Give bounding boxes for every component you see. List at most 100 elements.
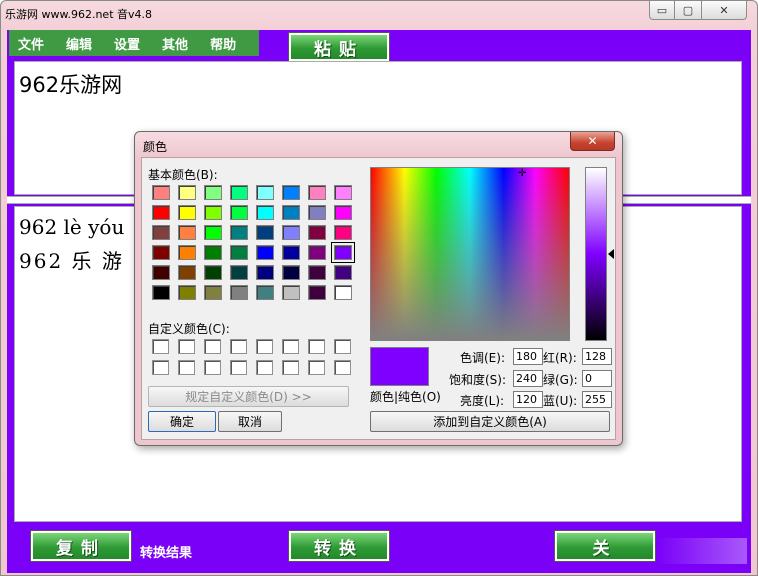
custom-color-swatch[interactable] xyxy=(256,360,273,375)
color-preview xyxy=(370,347,429,386)
basic-color-swatch[interactable] xyxy=(230,185,248,200)
basic-color-swatch[interactable] xyxy=(282,265,300,280)
green-input[interactable]: 0 xyxy=(582,370,612,387)
custom-colors-grid xyxy=(152,339,358,379)
custom-color-swatch[interactable] xyxy=(178,360,195,375)
window-close-button[interactable]: ✕ xyxy=(701,1,747,20)
close-app-button[interactable]: 关 xyxy=(555,531,655,561)
basic-color-swatch[interactable] xyxy=(152,185,170,200)
ok-button[interactable]: 确定 xyxy=(148,411,216,432)
close-icon: ✕ xyxy=(587,134,598,148)
menu-other[interactable]: 其他 xyxy=(162,34,188,53)
basic-colors-grid xyxy=(152,185,358,305)
basic-color-swatch[interactable] xyxy=(178,285,196,300)
menu-settings[interactable]: 设置 xyxy=(114,34,140,53)
menu-help[interactable]: 帮助 xyxy=(210,34,236,53)
dialog-close-button[interactable]: ✕ xyxy=(570,132,615,151)
basic-color-swatch[interactable] xyxy=(282,285,300,300)
red-input[interactable]: 128 xyxy=(582,348,612,365)
basic-color-swatch[interactable] xyxy=(178,245,196,260)
custom-color-swatch[interactable] xyxy=(204,339,221,354)
menu-bar: 文件 编辑 设置 其他 帮助 xyxy=(9,30,259,56)
luminance-input[interactable]: 120 xyxy=(513,391,543,408)
basic-color-swatch[interactable] xyxy=(282,245,300,260)
basic-color-swatch[interactable] xyxy=(256,185,274,200)
custom-color-swatch[interactable] xyxy=(230,339,247,354)
minimize-button[interactable]: ▭ xyxy=(649,1,675,20)
menu-file[interactable]: 文件 xyxy=(18,34,44,53)
basic-color-swatch[interactable] xyxy=(334,265,352,280)
luminance-arrow-icon[interactable] xyxy=(608,249,614,259)
blue-label: 蓝(U): xyxy=(543,394,578,408)
basic-color-swatch[interactable] xyxy=(152,245,170,260)
input-text: 962乐游网 xyxy=(19,73,123,97)
custom-color-swatch[interactable] xyxy=(308,360,325,375)
basic-color-swatch[interactable] xyxy=(230,265,248,280)
basic-color-swatch[interactable] xyxy=(334,285,352,300)
basic-color-swatch[interactable] xyxy=(256,225,274,240)
basic-color-swatch[interactable] xyxy=(308,225,326,240)
basic-color-swatch[interactable] xyxy=(204,285,222,300)
custom-color-swatch[interactable] xyxy=(334,339,351,354)
luminance-slider[interactable] xyxy=(585,167,607,341)
add-to-custom-colors-button[interactable]: 添加到自定义颜色(A) xyxy=(370,411,610,432)
copy-button[interactable]: 复制 xyxy=(31,531,131,561)
cancel-button[interactable]: 取消 xyxy=(218,411,282,432)
basic-color-swatch[interactable] xyxy=(256,205,274,220)
custom-color-swatch[interactable] xyxy=(282,360,299,375)
basic-color-swatch[interactable] xyxy=(308,285,326,300)
basic-color-swatch[interactable] xyxy=(308,185,326,200)
title-bar[interactable]: 乐游网 www.962.net 音v4.8 ▭ ▢ ✕ xyxy=(1,1,757,29)
basic-color-swatch[interactable] xyxy=(178,185,196,200)
basic-color-swatch[interactable] xyxy=(334,225,352,240)
basic-color-swatch[interactable] xyxy=(256,245,274,260)
basic-color-swatch[interactable] xyxy=(308,245,326,260)
color-dialog: 颜色 ✕ 基本颜色(B): 自定义颜色(C): 规定自定义颜色(D) >> 确定… xyxy=(134,131,623,446)
basic-color-swatch[interactable] xyxy=(152,265,170,280)
basic-color-swatch[interactable] xyxy=(282,225,300,240)
hue-input[interactable]: 180 xyxy=(513,348,543,365)
maximize-button[interactable]: ▢ xyxy=(674,1,702,20)
saturation-input[interactable]: 240 xyxy=(513,370,543,387)
basic-color-swatch[interactable] xyxy=(282,205,300,220)
basic-color-swatch[interactable] xyxy=(152,205,170,220)
basic-color-swatch[interactable] xyxy=(178,205,196,220)
basic-color-swatch[interactable] xyxy=(282,185,300,200)
basic-color-swatch[interactable] xyxy=(204,205,222,220)
basic-color-swatch[interactable] xyxy=(178,225,196,240)
basic-color-swatch[interactable] xyxy=(230,285,248,300)
custom-color-swatch[interactable] xyxy=(230,360,247,375)
custom-color-swatch[interactable] xyxy=(256,339,273,354)
basic-color-swatch[interactable] xyxy=(256,285,274,300)
basic-color-swatch[interactable] xyxy=(204,225,222,240)
custom-color-swatch[interactable] xyxy=(308,339,325,354)
custom-color-swatch[interactable] xyxy=(334,360,351,375)
custom-color-swatch[interactable] xyxy=(152,339,169,354)
basic-color-swatch[interactable] xyxy=(230,205,248,220)
basic-color-swatch[interactable] xyxy=(204,265,222,280)
custom-color-swatch[interactable] xyxy=(178,339,195,354)
basic-color-swatch[interactable] xyxy=(204,185,222,200)
custom-color-swatch[interactable] xyxy=(152,360,169,375)
basic-color-swatch[interactable] xyxy=(331,242,355,263)
basic-color-swatch[interactable] xyxy=(334,205,352,220)
blue-input[interactable]: 255 xyxy=(582,391,612,408)
basic-color-swatch[interactable] xyxy=(230,245,248,260)
basic-color-swatch[interactable] xyxy=(308,265,326,280)
paste-button[interactable]: 粘贴 xyxy=(289,33,389,61)
convert-button[interactable]: 转换 xyxy=(289,531,389,561)
menu-edit[interactable]: 编辑 xyxy=(66,34,92,53)
color-spectrum[interactable]: ✛ xyxy=(370,167,570,341)
dialog-title: 颜色 xyxy=(143,140,168,154)
basic-color-swatch[interactable] xyxy=(308,205,326,220)
basic-color-swatch[interactable] xyxy=(152,285,170,300)
crosshair-icon: ✛ xyxy=(518,168,527,179)
custom-color-swatch[interactable] xyxy=(204,360,221,375)
basic-color-swatch[interactable] xyxy=(178,265,196,280)
custom-color-swatch[interactable] xyxy=(282,339,299,354)
basic-color-swatch[interactable] xyxy=(256,265,274,280)
basic-color-swatch[interactable] xyxy=(230,225,248,240)
basic-color-swatch[interactable] xyxy=(152,225,170,240)
basic-color-swatch[interactable] xyxy=(334,185,352,200)
basic-color-swatch[interactable] xyxy=(204,245,222,260)
